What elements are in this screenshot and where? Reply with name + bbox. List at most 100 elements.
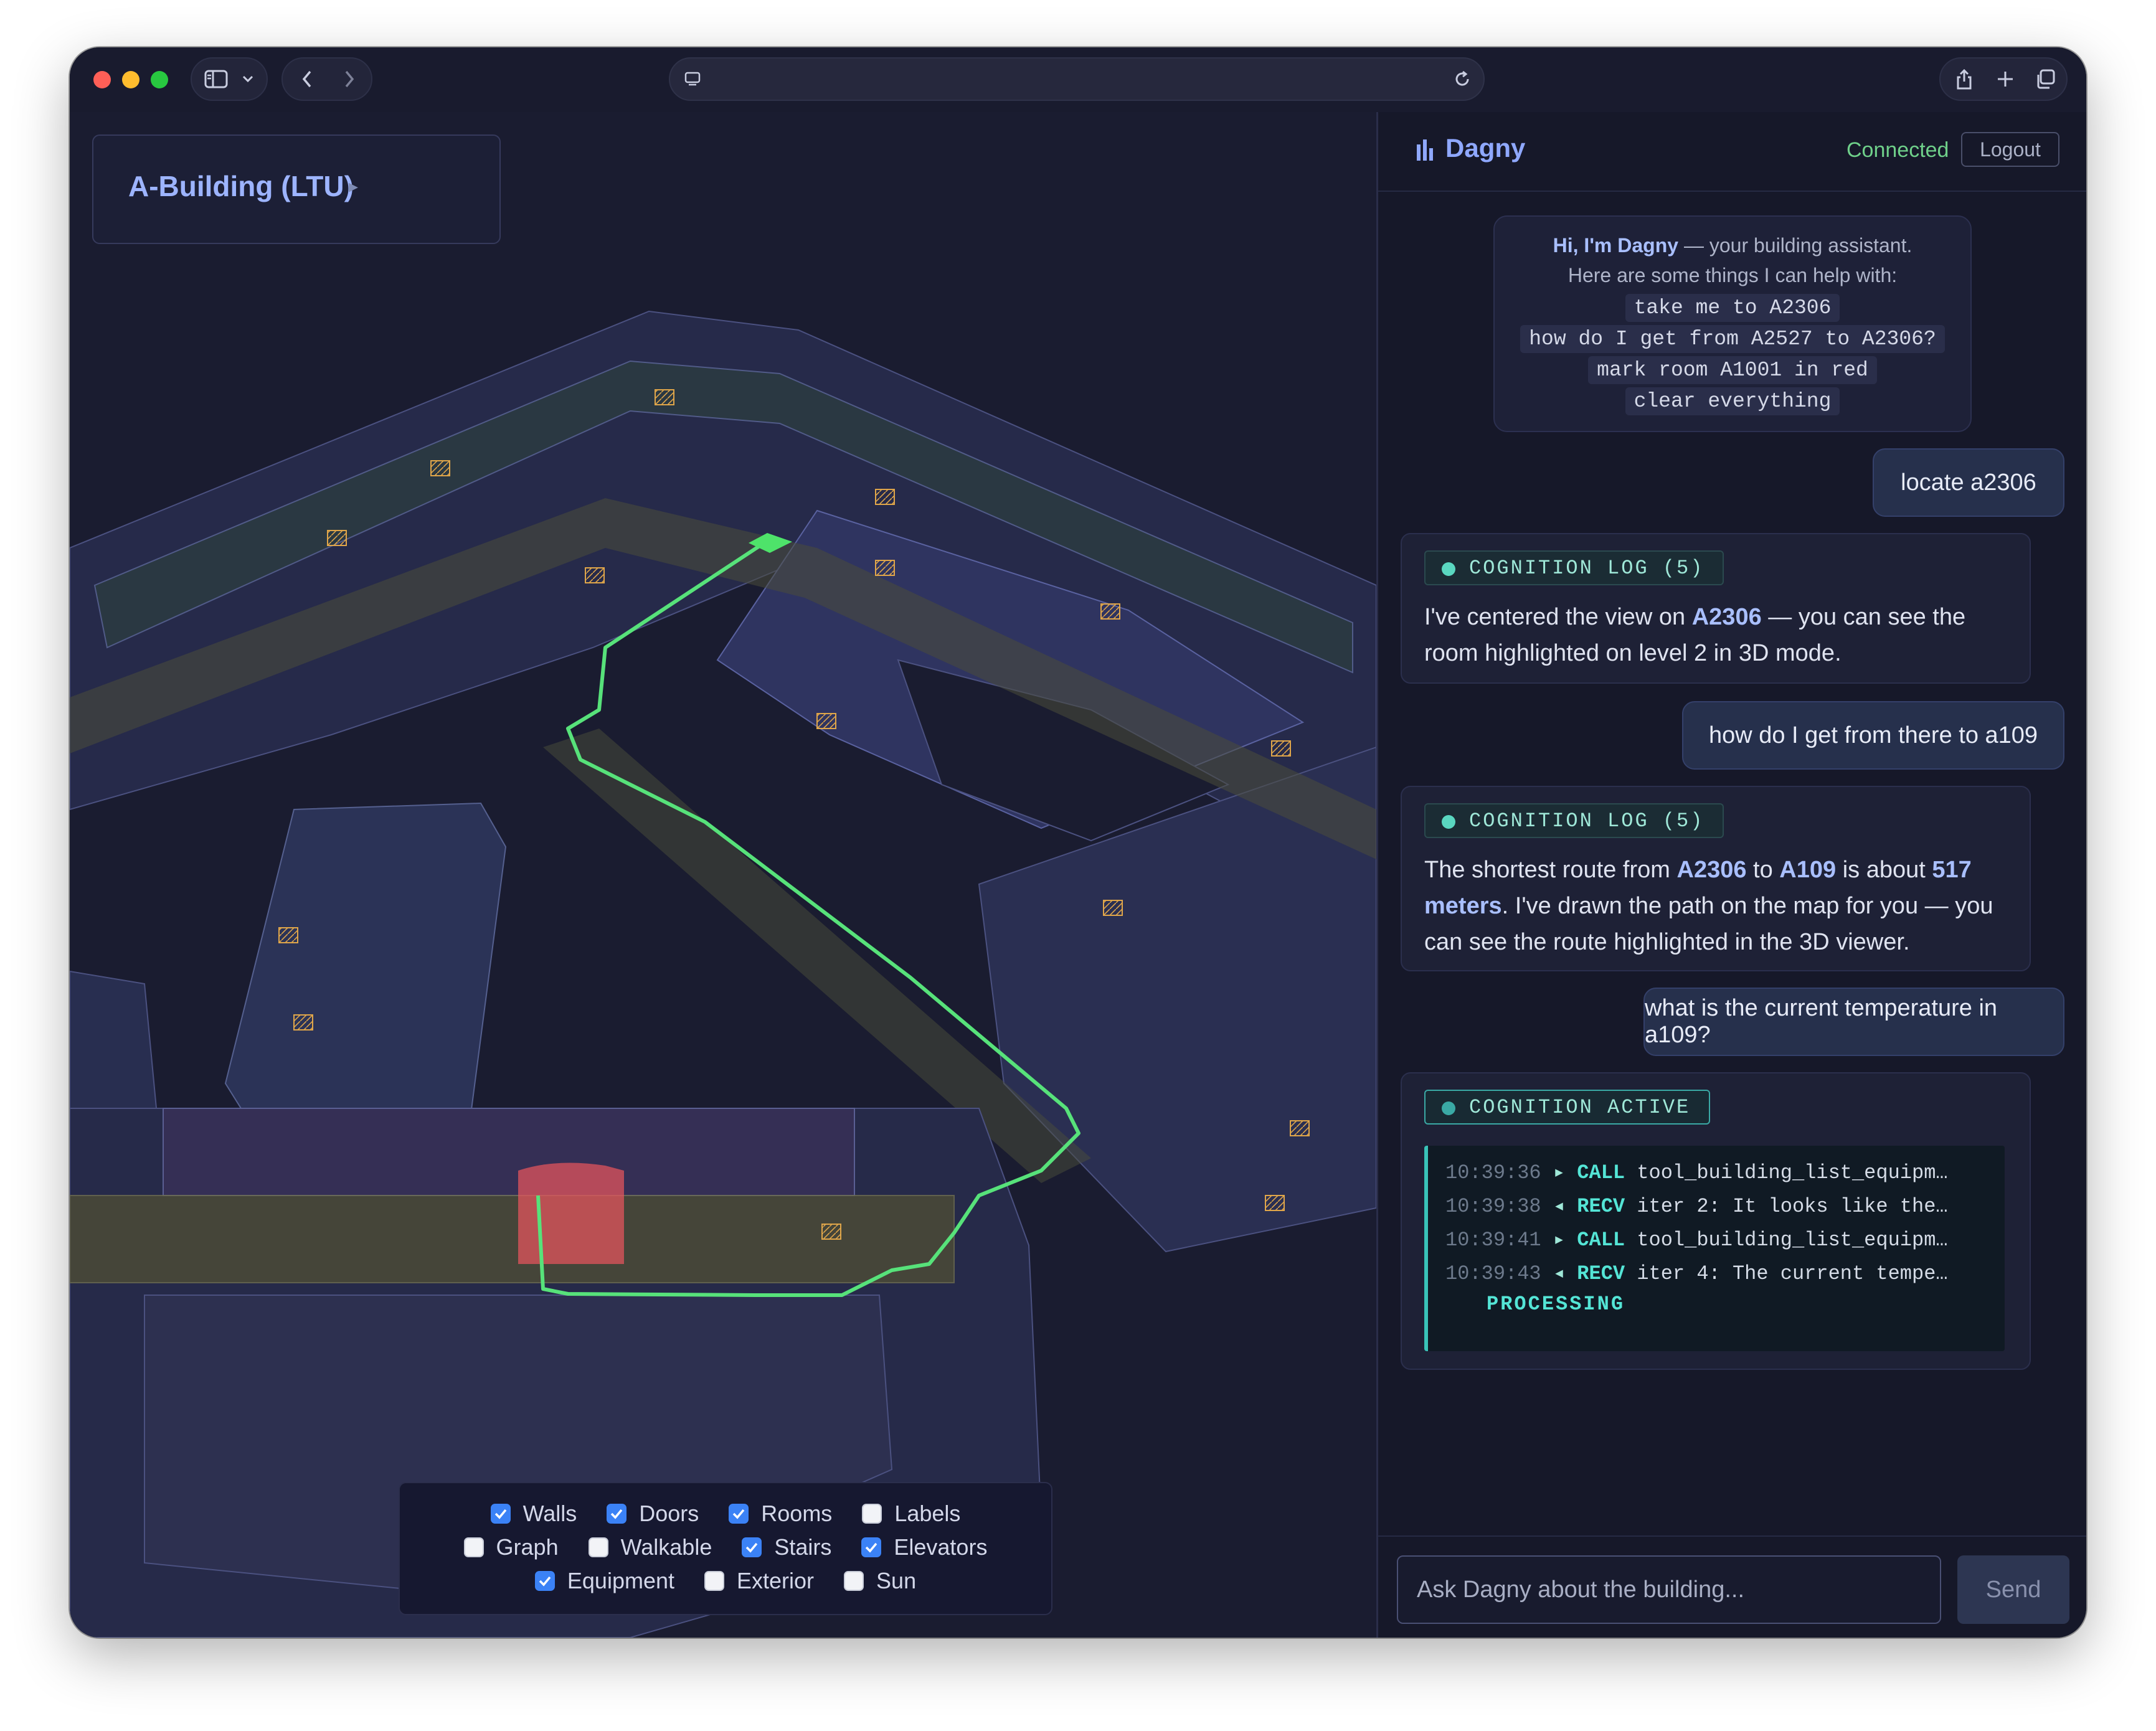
layer-toggle-equipment[interactable]: Equipment: [534, 1568, 674, 1594]
log-timestamp: 10:39:43: [1445, 1262, 1541, 1285]
checkbox[interactable]: [861, 1537, 882, 1557]
distance-value: 517: [1932, 857, 1972, 883]
text-run: can see the route highlighted in the 3D …: [1424, 929, 1910, 955]
equipment-marker: [875, 489, 895, 505]
equipment-marker: [293, 1014, 313, 1031]
checkbox[interactable]: [704, 1571, 724, 1591]
layer-label: Elevators: [894, 1534, 988, 1560]
close-window-button[interactable]: [93, 71, 111, 88]
back-icon[interactable]: [291, 59, 323, 100]
log-kind: RECV: [1577, 1195, 1625, 1218]
share-icon[interactable]: [1947, 59, 1982, 100]
checkbox[interactable]: [607, 1504, 627, 1524]
layer-label: Sun: [876, 1568, 917, 1593]
checkbox[interactable]: [588, 1537, 608, 1557]
layer-toggle-stairs[interactable]: Stairs: [742, 1534, 831, 1560]
cognition-log-label: COGNITION LOG (5): [1469, 809, 1704, 832]
building-title: A-Building (LTU): [128, 170, 354, 202]
equipment-marker: [430, 460, 450, 476]
layer-toggle-sun[interactable]: Sun: [844, 1568, 916, 1594]
layer-toggle-graph[interactable]: Graph: [463, 1534, 559, 1560]
3d-viewer[interactable]: A-Building (LTU) ▸ Walls Doors Rooms Labels…: [70, 112, 1376, 1638]
log-line: 10:39:41 ▸ CALL tool_building_list_equip…: [1445, 1227, 1948, 1252]
cognition-log-badge[interactable]: COGNITION LOG (5): [1424, 803, 1724, 838]
layer-label: Stairs: [774, 1534, 832, 1560]
south-rooms-row: [163, 1108, 855, 1196]
cognition-active-badge[interactable]: COGNITION ACTIVE: [1424, 1090, 1711, 1125]
layer-toggle-rooms[interactable]: Rooms: [729, 1501, 832, 1527]
cognition-log-label: COGNITION LOG (5): [1469, 556, 1704, 580]
layer-toggle-labels[interactable]: Labels: [862, 1501, 960, 1527]
equipment-marker: [1265, 1195, 1285, 1211]
processing-status: PROCESSING: [1487, 1293, 1625, 1316]
checkbox[interactable]: [729, 1504, 749, 1524]
example-command[interactable]: take me to A2306: [1625, 294, 1840, 322]
equipment-marker: [821, 1224, 841, 1240]
checkbox[interactable]: [463, 1537, 484, 1557]
user-message: what is the current temperature in a109?: [1643, 988, 2064, 1056]
distance-unit: meters: [1424, 893, 1502, 919]
log-kind: RECV: [1577, 1262, 1625, 1285]
greeting-rest: — your building assistant.: [1678, 234, 1913, 257]
sidebar-icon[interactable]: [201, 59, 232, 100]
example-command[interactable]: clear everything: [1625, 387, 1840, 415]
cognition-active-label: COGNITION ACTIVE: [1469, 1095, 1691, 1119]
text-run: . I've drawn the path on the map for you…: [1501, 893, 1993, 919]
greeting-bold: Hi, I'm Dagny: [1553, 234, 1679, 257]
user-message-text: what is the current temperature in a109?: [1645, 995, 1998, 1048]
cognition-log-badge[interactable]: COGNITION LOG (5): [1424, 550, 1724, 585]
equipment-marker: [1103, 900, 1123, 916]
room-reference: A2306: [1676, 857, 1747, 883]
layer-label: Equipment: [567, 1568, 674, 1593]
building-selector[interactable]: A-Building (LTU) ▸: [92, 134, 501, 244]
user-message: how do I get from there to a109: [1682, 701, 2064, 770]
assistant-message-text: The shortest route from A2306 to A109 is…: [1424, 852, 2010, 960]
forward-icon[interactable]: [334, 59, 365, 100]
layer-label: Walls: [522, 1501, 577, 1526]
layer-toggle-walkable[interactable]: Walkable: [588, 1534, 712, 1560]
logout-button[interactable]: Logout: [1961, 132, 2059, 167]
send-button[interactable]: Send: [1957, 1555, 2069, 1624]
chevron-down-icon[interactable]: [235, 59, 260, 100]
text-run: is about: [1836, 857, 1932, 883]
assistant-message: COGNITION ACTIVE PROCESSING 10:39:36 ▸ C…: [1401, 1072, 2031, 1370]
reload-icon[interactable]: [1450, 59, 1475, 100]
checkbox[interactable]: [534, 1571, 555, 1591]
example-command[interactable]: mark room A1001 in red: [1588, 356, 1877, 384]
text-run: The shortest route from: [1424, 857, 1677, 883]
log-direction-icon: ◂: [1553, 1262, 1566, 1285]
zoom-window-button[interactable]: [151, 71, 168, 88]
log-text: iter 4: The current tempe…: [1637, 1262, 1948, 1285]
log-direction-icon: ◂: [1553, 1195, 1566, 1218]
user-message-text: how do I get from there to a109: [1708, 722, 2038, 748]
log-text: iter 2: It looks like the…: [1637, 1195, 1948, 1218]
equipment-marker: [1100, 603, 1120, 620]
text-run: room highlighted on level 2 in 3D mode.: [1424, 640, 1842, 666]
minimize-window-button[interactable]: [122, 71, 139, 88]
layer-label: Graph: [496, 1534, 559, 1560]
chat-header: Dagny Connected Logout: [1378, 112, 2086, 192]
layer-label: Doors: [639, 1501, 699, 1526]
checkbox[interactable]: [862, 1504, 882, 1524]
layer-toggle-walls[interactable]: Walls: [490, 1501, 577, 1527]
plus-icon[interactable]: [1988, 59, 2023, 100]
example-command[interactable]: how do I get from A2527 to A2306?: [1520, 325, 1945, 353]
highlighted-room-a2306: [518, 1163, 624, 1264]
checkbox[interactable]: [490, 1504, 511, 1524]
assistant-message: COGNITION LOG (5) I've centered the view…: [1401, 533, 2031, 684]
welcome-greeting: Hi, I'm Dagny — your building assistant.: [1495, 234, 1970, 257]
navigation-group: [281, 57, 372, 101]
room-reference: A2306: [1691, 604, 1762, 630]
user-message-text: locate a2306: [1901, 469, 2036, 496]
checkbox[interactable]: [742, 1537, 762, 1557]
layer-toggle-doors[interactable]: Doors: [607, 1501, 699, 1527]
text-run: I've centered the view on: [1424, 604, 1692, 630]
building-3d-scene[interactable]: [70, 112, 1376, 1638]
chat-input[interactable]: [1397, 1555, 1941, 1624]
checkbox[interactable]: [844, 1571, 864, 1591]
address-bar[interactable]: [669, 57, 1485, 101]
log-text: tool_building_list_equipm…: [1637, 1229, 1948, 1252]
layer-toggle-exterior[interactable]: Exterior: [704, 1568, 814, 1594]
layer-toggle-elevators[interactable]: Elevators: [861, 1534, 987, 1560]
tabs-icon[interactable]: [2028, 59, 2063, 100]
